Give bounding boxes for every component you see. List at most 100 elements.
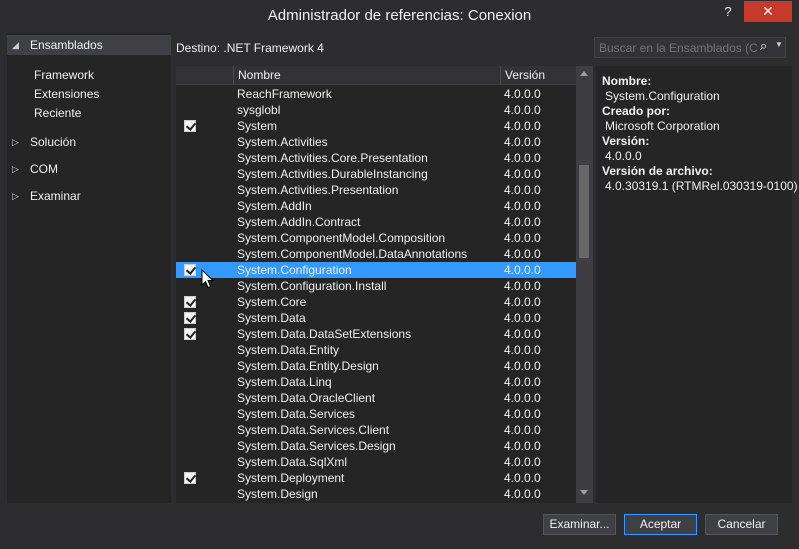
detail-creator-value: Microsoft Corporation: [605, 119, 720, 133]
close-button[interactable]: ✕: [744, 1, 792, 22]
assembly-version: 4.0.0.0: [504, 375, 541, 389]
table-row[interactable]: System.Data.Entity 4.0.0.0: [176, 342, 576, 358]
detail-file-version-label: Versión de archivo:: [602, 164, 713, 178]
collapsed-arrow-icon: ▷: [12, 191, 19, 201]
assembly-name: System.AddIn.Contract: [237, 215, 361, 229]
table-row[interactable]: System.ComponentModel.Composition 4.0.0.0: [176, 230, 576, 246]
table-row[interactable]: System.Design 4.0.0.0: [176, 486, 576, 502]
collapsed-arrow-icon: ▷: [12, 164, 19, 174]
table-row[interactable]: System.Activities.Presentation 4.0.0.0: [176, 182, 576, 198]
scroll-up-icon[interactable]: [580, 71, 588, 76]
table-row[interactable]: System.Data.OracleClient 4.0.0.0: [176, 390, 576, 406]
detail-version-label: Versión:: [602, 134, 650, 148]
assembly-version: 4.0.0.0: [504, 391, 541, 405]
row-checkbox[interactable]: [184, 312, 196, 324]
assembly-name: System.Activities: [237, 135, 328, 149]
assembly-version: 4.0.0.0: [504, 487, 541, 501]
table-row[interactable]: System.Data.Services.Design 4.0.0.0: [176, 438, 576, 454]
sidebar-item-reciente[interactable]: Reciente: [34, 104, 81, 123]
table-row[interactable]: System.Data 4.0.0.0: [176, 310, 576, 326]
sidebar-item-label: COM: [30, 162, 58, 176]
version-column-header[interactable]: Versión: [500, 66, 570, 85]
assembly-name: System.Data.OracleClient: [237, 391, 376, 405]
row-checkbox[interactable]: [184, 472, 196, 484]
assembly-name: System.Core: [237, 295, 307, 309]
sidebar-item-ensamblados[interactable]: ◢ Ensamblados: [7, 35, 171, 55]
table-row[interactable]: System.Configuration 4.0.0.0: [176, 262, 576, 278]
table-row[interactable]: System.Activities.Core.Presentation 4.0.0…: [176, 150, 576, 166]
assembly-version: 4.0.0.0: [504, 135, 541, 149]
sidebar-item-com[interactable]: ▷ COM: [7, 159, 171, 179]
assembly-version: 4.0.0.0: [504, 231, 541, 245]
accept-button[interactable]: Aceptar: [624, 514, 697, 535]
table-row[interactable]: System.Activities 4.0.0.0: [176, 134, 576, 150]
assembly-name: System.AddIn: [237, 199, 312, 213]
table-row[interactable]: System.ComponentModel.DataAnnotations 4.0…: [176, 246, 576, 262]
sidebar: ◢ Ensamblados Framework Extensiones Reci…: [7, 33, 171, 503]
assembly-name: System: [237, 119, 278, 133]
sidebar-item-extensiones[interactable]: Extensiones: [34, 85, 99, 104]
table-row[interactable]: System.Data.Linq 4.0.0.0: [176, 374, 576, 390]
table-row[interactable]: System.Configuration.Install 4.0.0.0: [176, 278, 576, 294]
search-icon[interactable]: ⌕: [760, 38, 767, 54]
row-checkbox[interactable]: [184, 264, 196, 276]
detail-file-version-value: 4.0.30319.1 (RTMRel.030319-0100): [605, 179, 798, 193]
table-row[interactable]: System.AddIn 4.0.0.0: [176, 198, 576, 214]
details-panel: Nombre: System.Configuration Creado por:…: [596, 66, 798, 503]
table-row[interactable]: System.Data.Services 4.0.0.0: [176, 406, 576, 422]
help-button[interactable]: ?: [719, 4, 737, 22]
assembly-list: Nombre Versión ReachFramework 4.0.0.0 sysg…: [176, 66, 593, 503]
table-row[interactable]: System.Data.DataSetExtensions 4.0.0.0: [176, 326, 576, 342]
assembly-version: 4.0.0.0: [504, 167, 541, 181]
table-row[interactable]: System.AddIn.Contract 4.0.0.0: [176, 214, 576, 230]
name-column-header[interactable]: Nombre: [233, 66, 500, 85]
title-bar: Administrador de referencias: Conexion ?…: [0, 0, 799, 31]
table-row[interactable]: System.Data.Services.Client 4.0.0.0: [176, 422, 576, 438]
assembly-version: 4.0.0.0: [504, 119, 541, 133]
assembly-name: sysglobl: [237, 103, 281, 117]
assembly-version: 4.0.0.0: [504, 215, 541, 229]
row-checkbox[interactable]: [184, 328, 196, 340]
assembly-version: 4.0.0.0: [504, 455, 541, 469]
sidebar-item-framework[interactable]: Framework: [34, 66, 94, 85]
assembly-name: System.Data.Services.Client: [237, 423, 390, 437]
table-row[interactable]: ReachFramework 4.0.0.0: [176, 86, 576, 102]
assembly-name: System.Configuration.Install: [237, 279, 387, 293]
sidebar-item-label: Examinar: [30, 189, 81, 203]
assembly-version: 4.0.0.0: [504, 471, 541, 485]
checkbox-column-header[interactable]: [176, 66, 233, 85]
search-input[interactable]: [599, 40, 757, 55]
detail-name-label: Nombre:: [602, 74, 652, 88]
table-row[interactable]: System.Core 4.0.0.0: [176, 294, 576, 310]
table-row[interactable]: System.Deployment 4.0.0.0: [176, 470, 576, 486]
window-title: Administrador de referencias: Conexion: [267, 7, 532, 24]
scrollbar-thumb[interactable]: [579, 165, 589, 258]
vertical-scrollbar[interactable]: [576, 66, 593, 503]
scroll-down-icon[interactable]: [580, 490, 588, 495]
row-checkbox[interactable]: [184, 120, 196, 132]
assembly-name: System.Data: [237, 311, 306, 325]
assembly-name: System.ComponentModel.Composition: [237, 231, 446, 245]
assembly-version: 4.0.0.0: [504, 359, 541, 373]
assembly-version: 4.0.0.0: [504, 327, 541, 341]
sidebar-item-examinar[interactable]: ▷ Examinar: [7, 186, 171, 206]
table-row[interactable]: sysglobl 4.0.0.0: [176, 102, 576, 118]
browse-button[interactable]: Examinar...: [543, 514, 616, 535]
chevron-down-icon[interactable]: ▼: [775, 40, 783, 49]
cancel-button[interactable]: Cancelar: [705, 514, 778, 535]
table-row[interactable]: System.Activities.DurableInstancing 4.0.0…: [176, 166, 576, 182]
assembly-name: System.Data.SqlXml: [237, 455, 348, 469]
assembly-version: 4.0.0.0: [504, 295, 541, 309]
table-row[interactable]: System.Data.SqlXml 4.0.0.0: [176, 454, 576, 470]
table-row[interactable]: System 4.0.0.0: [176, 118, 576, 134]
sidebar-item-label: Ensamblados: [30, 38, 103, 52]
sidebar-item-solucion[interactable]: ▷ Solución: [7, 132, 171, 152]
assembly-name: System.Data.Entity.Design: [237, 359, 379, 373]
assembly-version: 4.0.0.0: [504, 423, 541, 437]
row-checkbox[interactable]: [184, 296, 196, 308]
collapsed-arrow-icon: ▷: [12, 137, 19, 147]
table-row[interactable]: System.Data.Entity.Design 4.0.0.0: [176, 358, 576, 374]
assembly-name: System.Activities.Core.Presentation: [237, 151, 428, 165]
assembly-version: 4.0.0.0: [504, 103, 541, 117]
assembly-version: 4.0.0.0: [504, 183, 541, 197]
